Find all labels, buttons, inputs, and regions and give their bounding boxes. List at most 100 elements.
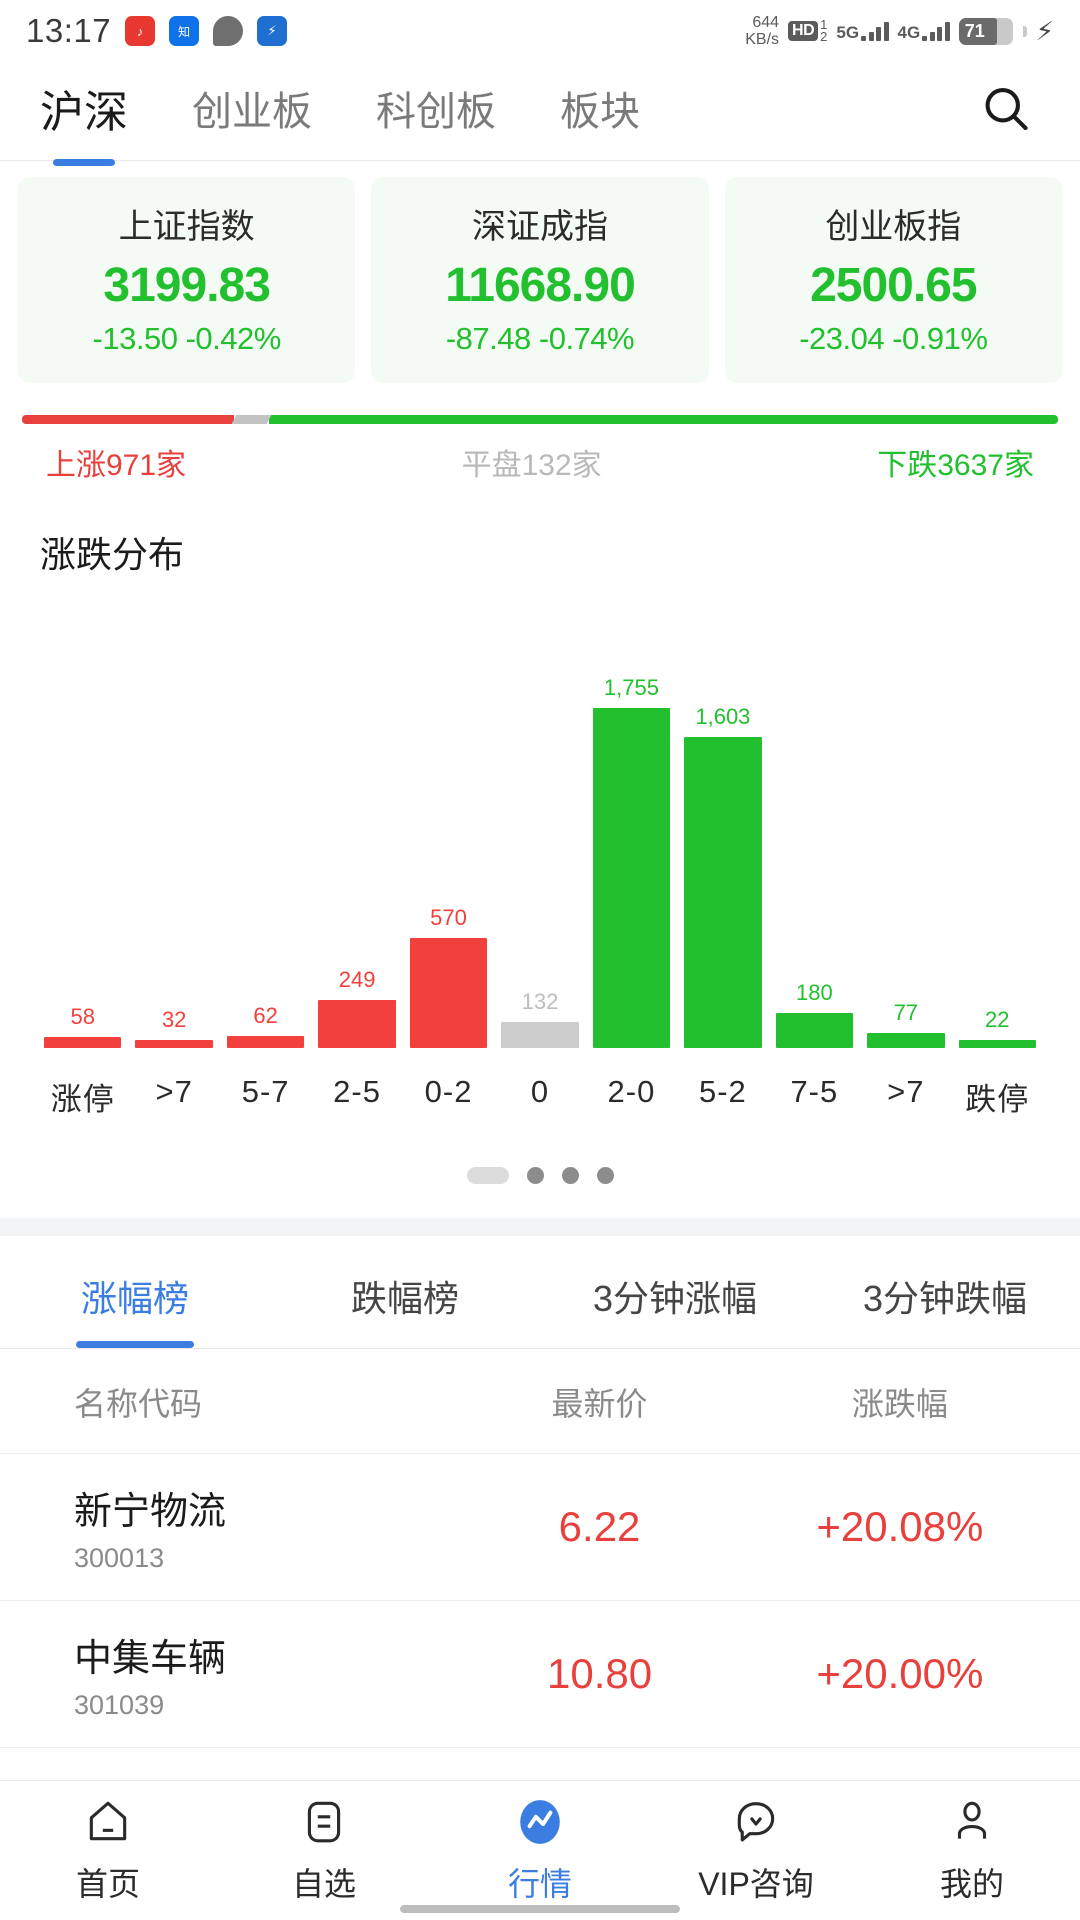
- sim1-signal-icon: 5G: [836, 21, 889, 41]
- tab-chuangyeban[interactable]: 创业板: [192, 79, 312, 143]
- index-card-shanghai[interactable]: 上证指数 3199.83 -13.50 -0.42%: [18, 177, 356, 383]
- chart-title: 涨跌分布: [40, 534, 185, 575]
- chart-bar-column: 180: [775, 578, 854, 1048]
- carousel-pagination[interactable]: [0, 1119, 1080, 1218]
- index-card-chinext[interactable]: 创业板指 2500.65 -23.04 -0.91%: [724, 177, 1062, 383]
- breadth-flat-label: 平盘132家: [461, 449, 602, 482]
- chart-bar: [592, 708, 671, 1048]
- breadth-down-label: 下跌3637家: [877, 449, 1034, 482]
- stock-price: 10.80: [546, 1650, 653, 1697]
- nav-label: 行情: [507, 1865, 572, 1902]
- chart-x-label: 0: [530, 1074, 550, 1109]
- pager-dot-2[interactable]: [561, 1167, 579, 1184]
- watchlist-icon: [307, 1801, 341, 1842]
- chart-bar: [135, 1040, 213, 1048]
- bolt-icon: ⚡: [1035, 15, 1054, 46]
- status-bar-right: 644 KB/s HD 1 2 5G 4G 71 ⚡: [745, 14, 1054, 48]
- chart-bar-column: 62: [226, 578, 305, 1048]
- header-price: 最新价: [551, 1386, 648, 1422]
- nav-label: VIP咨询: [698, 1865, 814, 1902]
- tab-bankuai[interactable]: 板块: [560, 79, 640, 143]
- chart-bar: [226, 1036, 305, 1048]
- index-change: -13.50 -0.42%: [92, 321, 282, 356]
- bottom-navigation: 首页 自选 行情 VIP咨询 我的: [0, 1780, 1080, 1920]
- index-name: 上证指数: [118, 208, 255, 246]
- bar-value-label: 132: [521, 989, 559, 1015]
- index-value: 3199.83: [103, 259, 271, 312]
- chart-bar-column: 22: [958, 578, 1036, 1048]
- chart-bar-column: 77: [867, 578, 945, 1048]
- breadth-labels: 上涨971家 平盘132家 下跌3637家: [22, 424, 1058, 484]
- bar-value-label: 1,603: [695, 704, 751, 730]
- bar-value-label: 58: [70, 1003, 95, 1029]
- stock-code: 301039: [74, 1690, 165, 1720]
- home-indicator: [400, 1905, 680, 1913]
- breadth-down-segment: [269, 415, 1058, 424]
- tab-losers[interactable]: 跌幅榜: [270, 1270, 540, 1348]
- index-change: -23.04 -0.91%: [799, 321, 988, 356]
- index-card-shenzhen[interactable]: 深证成指 11668.90 -87.48 -0.74%: [371, 177, 709, 383]
- pager-dot-0[interactable]: [466, 1167, 509, 1184]
- tab-kechuangban[interactable]: 科创板: [376, 79, 496, 143]
- table-row[interactable]: 新宁物流 300013 6.22 +20.08%: [0, 1453, 1080, 1600]
- index-name: 创业板指: [825, 208, 962, 246]
- person-icon: [957, 1801, 987, 1839]
- app-screen: 13:17 ♪ 知 ⚡ 644 KB/s HD 1 2 5G 4G 71 ⚡ 沪…: [0, 0, 1080, 1920]
- tab-gainers[interactable]: 涨幅榜: [0, 1270, 270, 1348]
- vip-chat-icon: [737, 1801, 775, 1841]
- chart-x-label: 5-7: [241, 1074, 290, 1109]
- index-name: 深证成指: [471, 208, 608, 246]
- stock-code: 300013: [74, 1543, 165, 1573]
- chart-bar-column: 249: [318, 578, 396, 1048]
- nav-item-quotes[interactable]: 行情: [432, 1797, 648, 1905]
- stock-identity: 中集车辆 301039: [0, 1627, 449, 1721]
- chart-bar-column: 58: [44, 578, 122, 1048]
- nav-item-profile[interactable]: 我的: [864, 1797, 1080, 1905]
- chart-bar: [867, 1033, 945, 1048]
- header-change[interactable]: 涨跌幅: [750, 1379, 1080, 1425]
- bar-value-label: 77: [893, 1000, 919, 1026]
- chart-bar: [684, 737, 762, 1048]
- pager-dot-3[interactable]: [596, 1167, 614, 1184]
- chart-bar-column: 1,603: [684, 578, 762, 1048]
- network-speed-indicator: 644 KB/s: [745, 14, 780, 48]
- breadth-bar: [22, 415, 1058, 424]
- battery-icon: 71: [958, 17, 1013, 45]
- stock-name: 新宁物流: [74, 1491, 227, 1533]
- index-change: -87.48 -0.74%: [445, 321, 635, 356]
- chart-bar-column: 1,755: [592, 578, 671, 1048]
- nav-label: 我的: [939, 1865, 1004, 1902]
- rank-tab-bar: 涨幅榜 跌幅榜 3分钟涨幅 3分钟跌幅: [0, 1236, 1080, 1348]
- chart-x-label: 跌停: [965, 1082, 1030, 1117]
- chart-bar: [318, 999, 396, 1048]
- tab-3min-losers[interactable]: 3分钟跌幅: [810, 1270, 1080, 1348]
- chat-app-icon: [213, 16, 244, 46]
- bar-value-label: 32: [161, 1007, 187, 1032]
- chart-bar: [958, 1040, 1036, 1048]
- search-icon[interactable]: [980, 83, 1032, 140]
- chart-x-label: 0-2: [424, 1074, 473, 1109]
- section-separator: [0, 1218, 1080, 1236]
- nav-item-home[interactable]: 首页: [0, 1797, 216, 1905]
- table-row[interactable]: 中集车辆 301039 10.80 +20.00%: [0, 1600, 1080, 1747]
- music-app-icon: ♪: [125, 16, 156, 46]
- stock-change: +20.08%: [816, 1503, 984, 1550]
- quotes-chart-icon: [520, 1799, 560, 1844]
- stock-change: +20.00%: [816, 1650, 984, 1697]
- nav-item-watchlist[interactable]: 自选: [216, 1797, 432, 1905]
- pager-dot-1[interactable]: [526, 1167, 544, 1184]
- blue-app-icon: ⚡: [257, 16, 288, 46]
- sim2-signal-icon: 4G: [898, 21, 950, 41]
- tab-hushen[interactable]: 沪深: [40, 76, 128, 146]
- bar-value-label: 1,755: [603, 675, 659, 700]
- index-value: 11668.90: [445, 259, 636, 312]
- nav-label: 首页: [75, 1865, 140, 1902]
- tab-3min-gainers[interactable]: 3分钟涨幅: [540, 1270, 810, 1348]
- chart-bar: [44, 1036, 122, 1048]
- bar-value-label: 180: [795, 980, 833, 1006]
- nav-label: 自选: [291, 1865, 356, 1902]
- home-icon: [89, 1801, 127, 1840]
- chart-x-label: 2-5: [333, 1074, 381, 1109]
- chart-x-label: 7-5: [790, 1074, 839, 1109]
- nav-item-vip[interactable]: VIP咨询: [648, 1797, 864, 1905]
